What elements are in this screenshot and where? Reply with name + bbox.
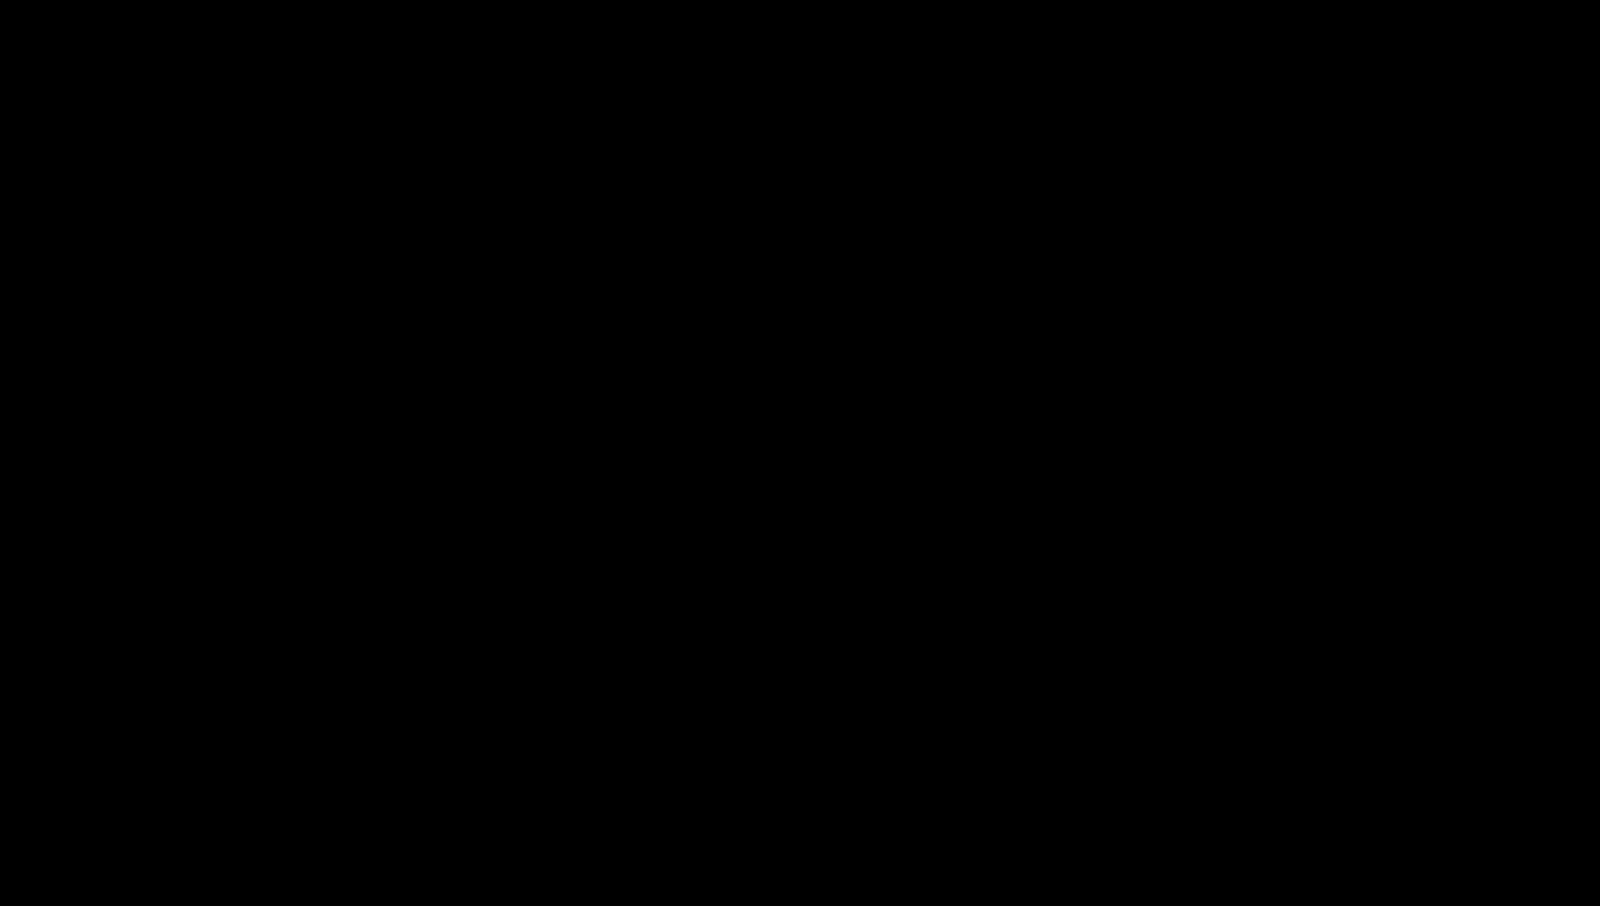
screenshot-montage-grid bbox=[0, 0, 1600, 906]
